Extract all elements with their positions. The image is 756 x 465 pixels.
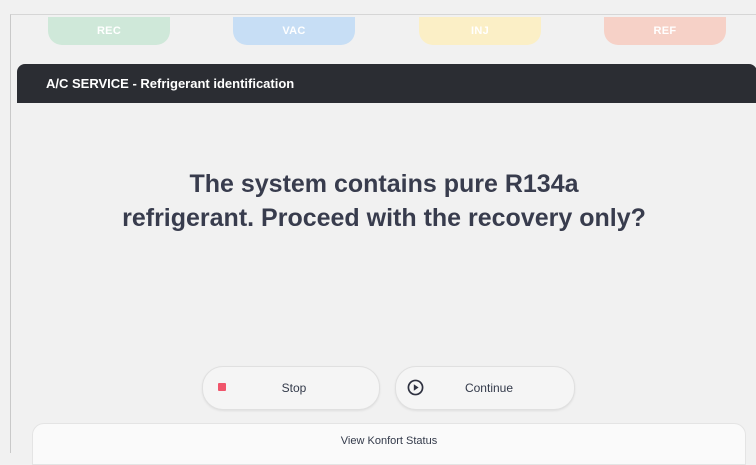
dialog-question: The system contains pure R134a refrigera… <box>11 167 756 235</box>
step-inj[interactable]: INJ <box>419 17 541 45</box>
step-ref[interactable]: REF <box>604 17 726 45</box>
question-line-1: The system contains pure R134a <box>189 170 579 198</box>
konfort-status-panel[interactable]: View Konfort Status <box>32 423 746 465</box>
stop-button-label: Stop <box>281 381 307 395</box>
service-frame: REC VAC INJ REF A/C SERVICE - Refrigeran… <box>10 14 756 465</box>
konfort-status-label: View Konfort Status <box>340 435 438 447</box>
step-inj-label: INJ <box>470 25 490 37</box>
stop-button[interactable]: Stop <box>202 366 380 410</box>
question-line-2: refrigerant. Proceed with the recovery o… <box>122 204 646 232</box>
continue-button[interactable]: Continue <box>395 366 575 410</box>
step-vac-label: VAC <box>282 25 306 37</box>
step-rec[interactable]: REC <box>48 17 170 45</box>
page-title: A/C SERVICE - Refrigerant identification <box>46 76 295 91</box>
page-header: A/C SERVICE - Refrigerant identification <box>17 64 756 103</box>
continue-button-label: Continue <box>464 381 514 395</box>
step-ref-label: REF <box>653 25 677 37</box>
step-vac[interactable]: VAC <box>233 17 355 45</box>
step-rec-label: REC <box>96 25 122 37</box>
